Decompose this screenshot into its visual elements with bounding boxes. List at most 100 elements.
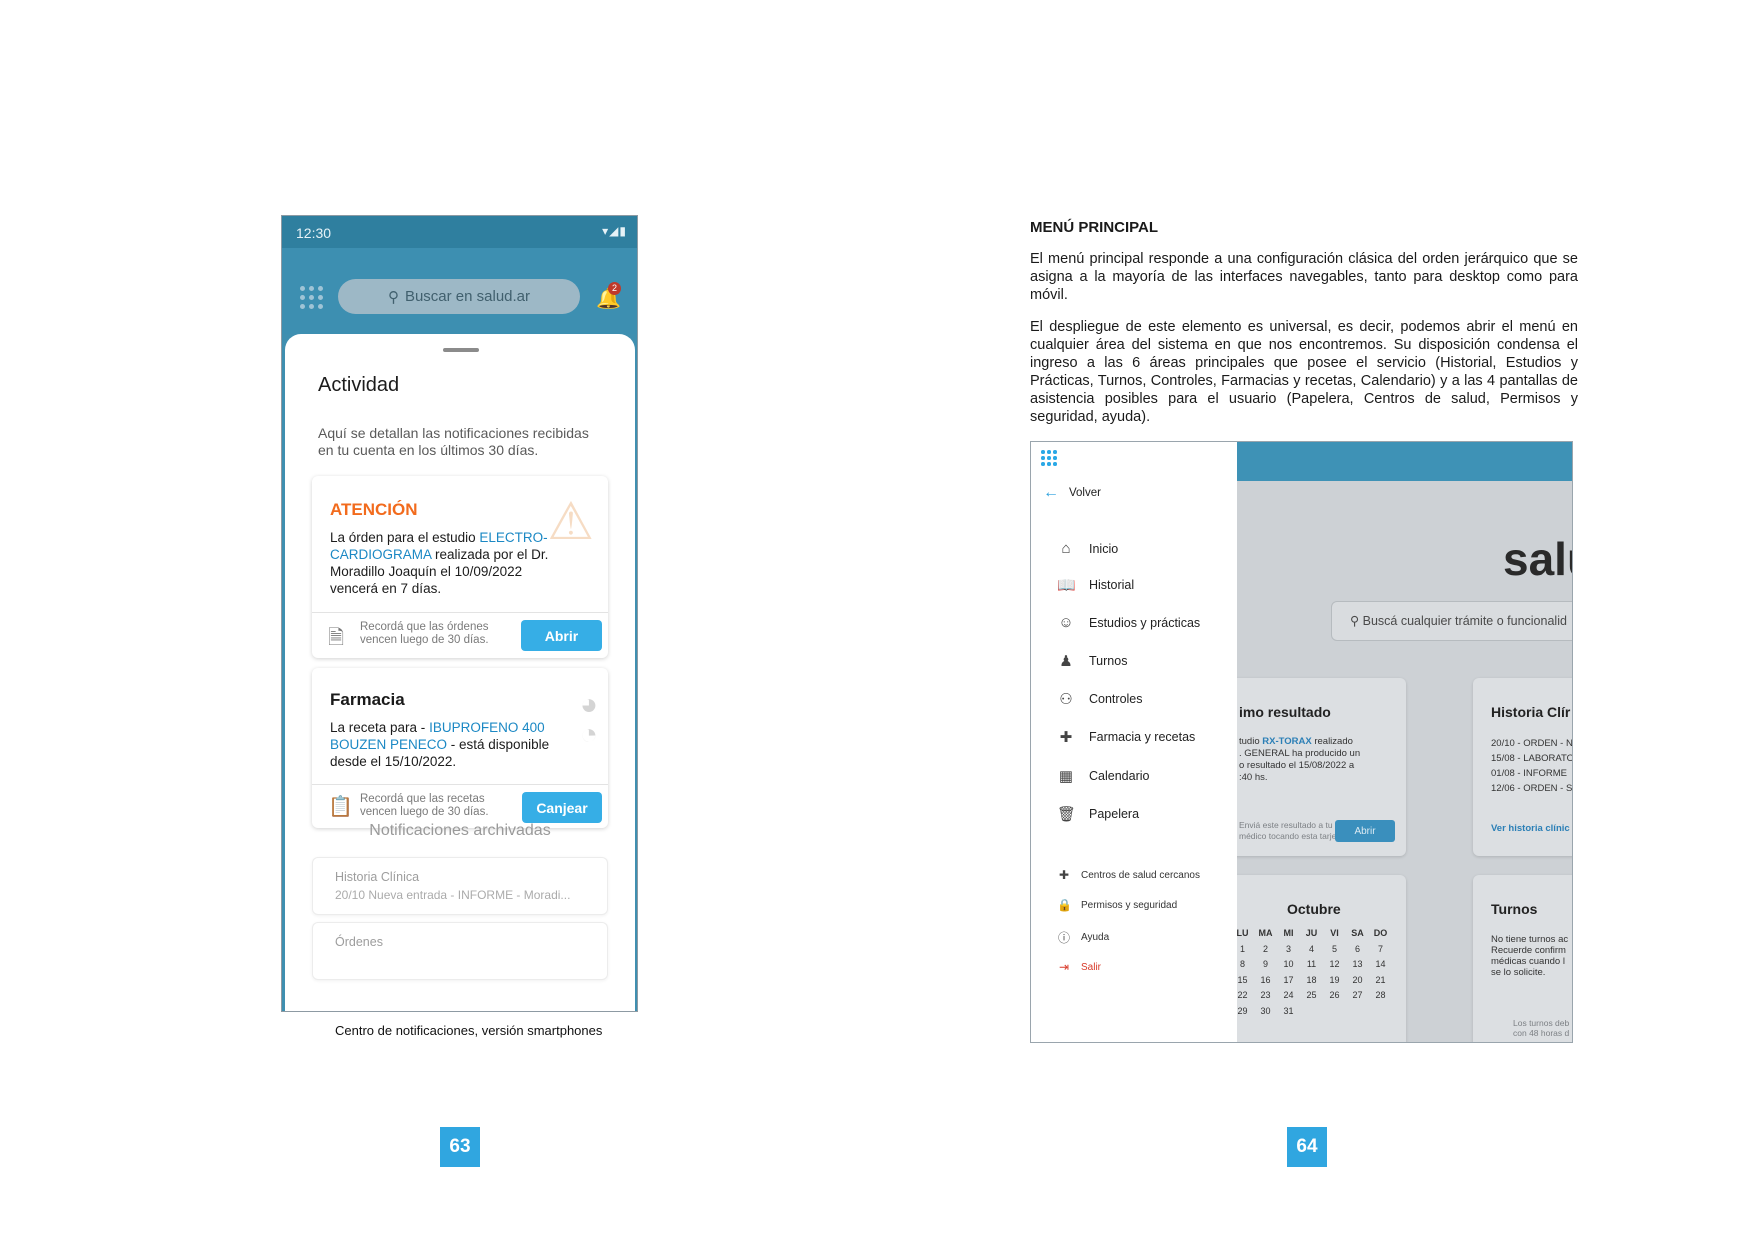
- calendar-day: 24: [1283, 990, 1294, 1001]
- calendar-day: 9: [1262, 959, 1268, 970]
- archived-title: Notificaciones archivadas: [369, 822, 551, 839]
- page-number: 64: [1287, 1127, 1327, 1167]
- calendar-day: 23: [1260, 990, 1271, 1001]
- calendar-day-header: SA: [1351, 928, 1364, 938]
- menu-secondary-item[interactable]: ⇥ Salir: [1057, 960, 1101, 974]
- home-icon: ⌂: [1061, 540, 1071, 557]
- menu-secondary-item[interactable]: ⓘ Ayuda: [1057, 929, 1109, 946]
- calendar-day-header: JU: [1305, 928, 1318, 938]
- menu-item-label: Inicio: [1089, 541, 1119, 556]
- back-button[interactable]: ← Volver: [1043, 484, 1101, 502]
- open-button[interactable]: Abrir: [521, 620, 602, 651]
- card-footer: 🗎 Recordá que las órdenes vencen luego d…: [312, 612, 608, 658]
- sheet-title: Actividad: [318, 374, 400, 396]
- attention-card[interactable]: ⚠ ATENCIÓN La órden para el estudio ELEC…: [312, 476, 608, 658]
- arrow-left-icon: ←: [1043, 484, 1059, 501]
- card-title: Farmacia: [330, 690, 405, 709]
- trash-icon: 🗑: [1057, 806, 1077, 823]
- logout-icon: ⇥: [1058, 960, 1070, 974]
- phone-screenshot: 12:30 ▾◢▮ ⚲ Buscar en salud.ar 🔔 2 Activ…: [281, 215, 638, 1012]
- section-heading: MENÚ PRINCIPAL: [1030, 219, 1159, 236]
- calendar-day: 12: [1329, 959, 1340, 970]
- redeem-button[interactable]: Canjear: [522, 792, 602, 823]
- menu-secondary-item[interactable]: ✚ Centros de salud cercanos: [1057, 868, 1200, 882]
- result-card: imo resultado tudio RX-TORAX realizado .…: [1211, 678, 1406, 856]
- calendar-day: [1323, 1003, 1346, 1019]
- pharmacy-card[interactable]: ◕ ◔ Farmacia La receta para - IBUPROFENO …: [312, 668, 608, 828]
- menu-item[interactable]: 📖 Historial: [1057, 576, 1134, 594]
- menu-item-label: Centros de salud cercanos: [1081, 869, 1200, 881]
- doctor-icon: ⚇: [1059, 691, 1073, 708]
- calendar-day: 30: [1260, 1005, 1271, 1016]
- calendar-day: 14: [1375, 959, 1386, 970]
- card-title: ATENCIÓN: [330, 500, 418, 519]
- paragraph: El despliegue de este elemento es univer…: [1030, 319, 1578, 425]
- archived-item[interactable]: Historia Clínica 20/10 Nueva entrada - I…: [312, 857, 608, 915]
- menu-item[interactable]: ♟ Turnos: [1057, 652, 1127, 670]
- calendar-day: 5: [1331, 943, 1337, 954]
- sheet-description: Aquí se detallan las notificaciones reci…: [318, 425, 589, 458]
- calendar-day: 25: [1306, 990, 1317, 1001]
- calendar-day: 26: [1329, 990, 1340, 1001]
- menu-item[interactable]: ✚ Farmacia y recetas: [1057, 728, 1196, 746]
- status-time: 12:30: [296, 225, 332, 241]
- calendar-day: 18: [1306, 974, 1317, 985]
- calendar-card: Octubre LU MA MI JU VI SA DO 1 2 3 4 5 6 7 8 9 10 11 12 13…: [1211, 875, 1406, 1042]
- calendar-day-header: VI: [1330, 928, 1339, 938]
- calendar-day: 17: [1283, 974, 1294, 985]
- apps-grid-icon[interactable]: [300, 286, 324, 310]
- menu-item[interactable]: 🗑 Papelera: [1057, 805, 1139, 823]
- menu-item[interactable]: ⚇ Controles: [1057, 690, 1142, 708]
- lock-icon: 🔒: [1057, 898, 1072, 912]
- calendar-day: 11: [1306, 959, 1317, 970]
- menu-item[interactable]: ⌂ Inicio: [1057, 540, 1118, 557]
- calendar-day: 7: [1377, 943, 1383, 954]
- calendar-icon: ▦: [1058, 768, 1074, 785]
- bell-icon[interactable]: 🔔 2: [596, 282, 621, 311]
- signal-icon: ▾◢▮: [602, 224, 627, 238]
- menu-item-label: Turnos: [1089, 654, 1128, 668]
- menu-item[interactable]: ☺ Estudios y prácticas: [1057, 614, 1200, 631]
- calendar-day: 20: [1352, 974, 1363, 985]
- menu-item-label: Papelera: [1089, 807, 1140, 821]
- calendar-day: 13: [1352, 959, 1363, 970]
- menu-item[interactable]: ▦ Calendario: [1057, 767, 1150, 785]
- page-number: 63: [440, 1127, 480, 1167]
- menu-item-label: Permisos y seguridad: [1081, 899, 1178, 911]
- book-icon: 📖: [1057, 577, 1076, 594]
- warning-icon: ⚠: [547, 493, 594, 551]
- menu-item-label: Historial: [1089, 578, 1135, 592]
- calendar-day: 27: [1352, 990, 1363, 1001]
- prescription-icon: 🗎: [328, 627, 345, 649]
- apps-grid-icon[interactable]: [1041, 450, 1057, 466]
- archived-item[interactable]: Órdenes: [312, 922, 608, 980]
- background-search: ⚲ Buscá cualquier trámite o funcionalid: [1331, 601, 1572, 641]
- menu-item-label: Estudios y prácticas: [1089, 615, 1201, 630]
- calendar-day-header: MI: [1283, 928, 1294, 938]
- health-center-icon: ✚: [1058, 868, 1070, 882]
- figure-caption: Centro de notificaciones, versión smartp…: [335, 1023, 603, 1038]
- calendar-day: 4: [1308, 943, 1314, 954]
- menu-item-label: Calendario: [1089, 769, 1150, 783]
- menu-screenshot: salu ⚲ Buscá cualquier trámite o funcion…: [1030, 441, 1573, 1043]
- calendar-day: 6: [1354, 943, 1360, 954]
- calendar-day: 10: [1283, 959, 1294, 970]
- top-bar: [1237, 442, 1572, 481]
- paragraph: El menú principal responde a una configu…: [1030, 251, 1578, 303]
- calendar-day: 2: [1262, 943, 1268, 954]
- calendar-day: 3: [1285, 943, 1291, 954]
- menu-item-label: Ayuda: [1081, 932, 1110, 943]
- app-header: ⚲ Buscar en salud.ar 🔔 2: [282, 248, 637, 334]
- calendar-day: 31: [1283, 1005, 1294, 1016]
- menu-secondary-item[interactable]: 🔒 Permisos y seguridad: [1057, 898, 1177, 912]
- calendar-day: [1369, 1003, 1392, 1019]
- history-card: Historia Clír 20/10 - ORDEN - N 15/08 - …: [1473, 678, 1572, 856]
- card-footer-text: Recordá que las recetas vencen luego de …: [360, 793, 489, 818]
- calendar-day: 28: [1375, 990, 1386, 1001]
- search-input[interactable]: ⚲ Buscar en salud.ar: [338, 279, 580, 314]
- card-body: La receta para - IBUPROFENO 400 BOUZEN P…: [330, 720, 550, 769]
- sheet-handle[interactable]: [443, 348, 479, 352]
- calendar-day: 16: [1260, 974, 1271, 985]
- calendar-day: 21: [1375, 974, 1386, 985]
- card-footer-text: Recordá que las órdenes vencen luego de …: [360, 621, 489, 646]
